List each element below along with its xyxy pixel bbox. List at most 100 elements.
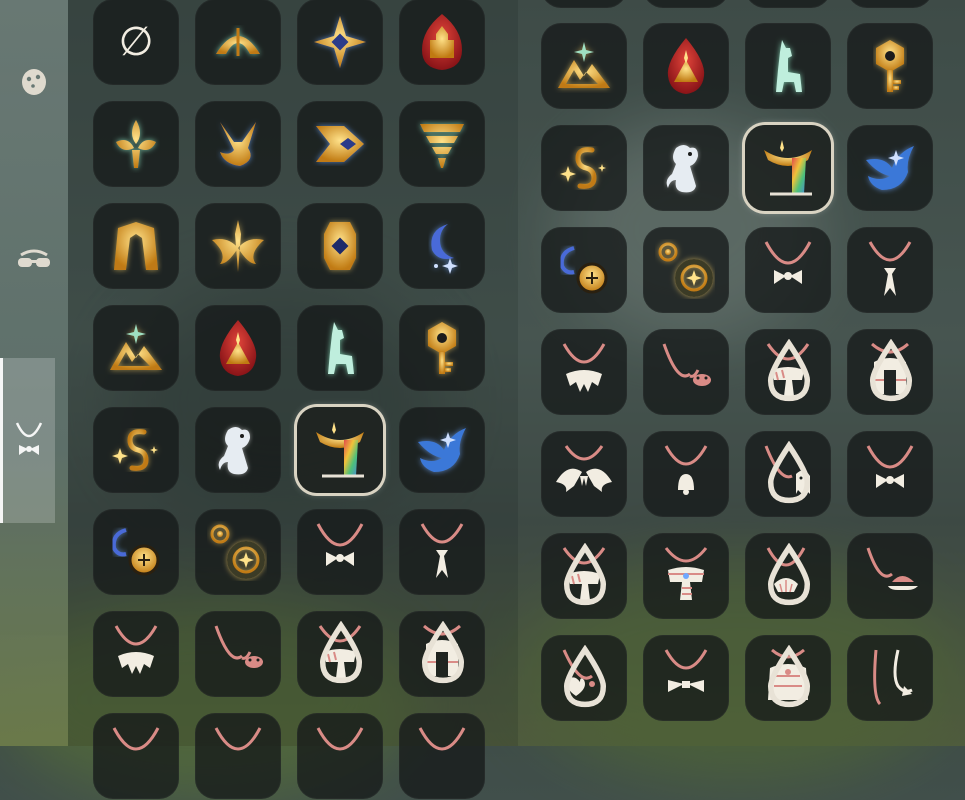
item-slot-shell-necklace[interactable] (745, 533, 831, 619)
item-slot-gear-emblem[interactable] (643, 227, 729, 313)
item-slot-moon-stars-emblem[interactable] (399, 203, 485, 289)
dye-drop-icon (767, 645, 811, 708)
item-slot-mountains-emblem[interactable] (93, 305, 179, 391)
bow-necklace-icon (308, 520, 372, 584)
item-slot-arch-emblem[interactable] (93, 203, 179, 289)
item-slot-rainbow-bowl-emblem[interactable] (297, 407, 383, 493)
item-slot-key-emblem[interactable] (399, 305, 485, 391)
necklace-icon (104, 724, 168, 788)
item-slot-necklace[interactable] (93, 713, 179, 799)
moon-stars-emblem-icon (410, 214, 474, 278)
item-slot-tie-necklace[interactable] (399, 509, 485, 595)
fleur-emblem-icon (104, 112, 168, 176)
swirl-emblem-icon (552, 136, 616, 200)
gem-emblem-icon (308, 214, 372, 278)
bow-necklace-icon (858, 442, 922, 506)
crescent-lantern-emblem-icon (104, 520, 168, 584)
item-slot-turtle-necklace[interactable] (847, 533, 933, 619)
item-slot-ghost-necklace[interactable] (745, 431, 831, 517)
item-slot-blue-bird-emblem[interactable] (399, 407, 485, 493)
item-slot-scarf-necklace[interactable] (541, 533, 627, 619)
item-slot-pendant-bib-necklace[interactable] (847, 329, 933, 415)
item-slot-scarf-necklace[interactable] (297, 611, 383, 697)
item-slot-bird-wings-emblem[interactable] (195, 203, 281, 289)
item-slot-rat-emblem[interactable] (195, 407, 281, 493)
item-slot-tornado-emblem[interactable] (399, 101, 485, 187)
necklace-icon (308, 724, 372, 788)
item-slot-fur-collar-necklace[interactable] (541, 329, 627, 415)
bow-tie-necklace-icon (654, 646, 718, 710)
bow-necklace-icon (756, 238, 820, 302)
item-slot-fish-arrow-emblem[interactable] (297, 101, 383, 187)
item-slot-gear-emblem[interactable] (195, 509, 281, 595)
crab-necklace-icon (654, 340, 718, 404)
category-sidebar (0, 0, 68, 746)
item-slot-aquatic-emblem[interactable] (195, 0, 281, 85)
item-slot-tie-necklace[interactable] (847, 227, 933, 313)
item-slot-bow-necklace[interactable] (745, 227, 831, 313)
sunglasses-icon (18, 249, 50, 267)
sidebar-item-neck[interactable] (0, 358, 55, 523)
item-slot-rainbow-bowl-emblem[interactable] (745, 125, 831, 211)
item-slot-white-string-necklace[interactable] (847, 635, 933, 721)
item-slot-drop-mountain-emblem[interactable] (195, 305, 281, 391)
item-slot-key-emblem[interactable] (847, 23, 933, 109)
item-slot-pendant-bib-necklace[interactable] (399, 611, 485, 697)
item-slot-bow-tie-necklace[interactable] (643, 635, 729, 721)
item-slot-swirl-emblem[interactable] (93, 407, 179, 493)
tie-necklace-icon (410, 520, 474, 584)
item-slot-striped-scarf-necklace[interactable] (643, 533, 729, 619)
empty-slot-icon: ∅ (118, 19, 154, 65)
striped-scarf-necklace-icon (654, 544, 718, 608)
drop-mountain-emblem-icon (654, 34, 718, 98)
item-slot-swirl-emblem[interactable] (541, 125, 627, 211)
item-slot-drop-mountain-emblem[interactable] (643, 23, 729, 109)
key-emblem-icon (410, 316, 474, 380)
rat-emblem-icon (654, 136, 718, 200)
sidebar-item-mask[interactable] (4, 58, 64, 104)
mountains-emblem-icon (104, 316, 168, 380)
item-slot-necklace[interactable] (399, 713, 485, 799)
fox-emblem-icon (206, 112, 270, 176)
item-slot-mountains-emblem[interactable] (541, 23, 627, 109)
item-slot-wing-collar-necklace[interactable] (541, 431, 627, 517)
item-slot-crab-necklace[interactable] (195, 611, 281, 697)
item-slot-necklace[interactable] (195, 713, 281, 799)
item-slot-rat-emblem[interactable] (643, 125, 729, 211)
item-slot-fox-emblem[interactable] (195, 101, 281, 187)
fur-collar-necklace-icon (104, 622, 168, 686)
item-slot-scarf-necklace[interactable] (745, 329, 831, 415)
swirl-emblem-icon (104, 418, 168, 482)
item-slot-llama-emblem[interactable] (745, 23, 831, 109)
item-slot-llama-emblem[interactable] (297, 305, 383, 391)
bird-wings-emblem-icon (206, 214, 270, 278)
sidebar-item-glasses[interactable] (4, 238, 64, 284)
item-slot-star-diamond-emblem[interactable] (297, 0, 383, 85)
tornado-emblem-icon (410, 112, 474, 176)
item-slot-crescent-lantern-emblem[interactable] (93, 509, 179, 595)
aquatic-emblem-icon (206, 10, 270, 74)
mountains-emblem-icon (552, 34, 616, 98)
item-slot-bow-necklace[interactable] (847, 431, 933, 517)
item-slot-crescent-lantern-emblem[interactable] (541, 227, 627, 313)
dye-drop-icon (319, 621, 363, 684)
castle-emblem-icon (410, 10, 474, 74)
item-slot-bow-necklace[interactable] (297, 509, 383, 595)
item-slot-gem-emblem[interactable] (297, 203, 383, 289)
item-slot-heart-necklace[interactable] (541, 635, 627, 721)
item-slot-cape-necklace[interactable] (745, 635, 831, 721)
dye-drop-icon (767, 339, 811, 402)
fish-arrow-emblem-icon (308, 112, 372, 176)
star-diamond-emblem-icon (308, 10, 372, 74)
dye-drop-icon (563, 645, 607, 708)
dye-drop-icon (767, 543, 811, 606)
item-slot-blue-bird-emblem[interactable] (847, 125, 933, 211)
item-slot-bell-necklace[interactable] (643, 431, 729, 517)
item-slot-necklace[interactable] (297, 713, 383, 799)
item-slot-empty-slot[interactable]: ∅ (93, 0, 179, 85)
item-slot-fur-collar-necklace[interactable] (93, 611, 179, 697)
item-slot-fleur-emblem[interactable] (93, 101, 179, 187)
item-slot-castle-emblem[interactable] (399, 0, 485, 85)
drop-mountain-emblem-icon (206, 316, 270, 380)
item-slot-crab-necklace[interactable] (643, 329, 729, 415)
